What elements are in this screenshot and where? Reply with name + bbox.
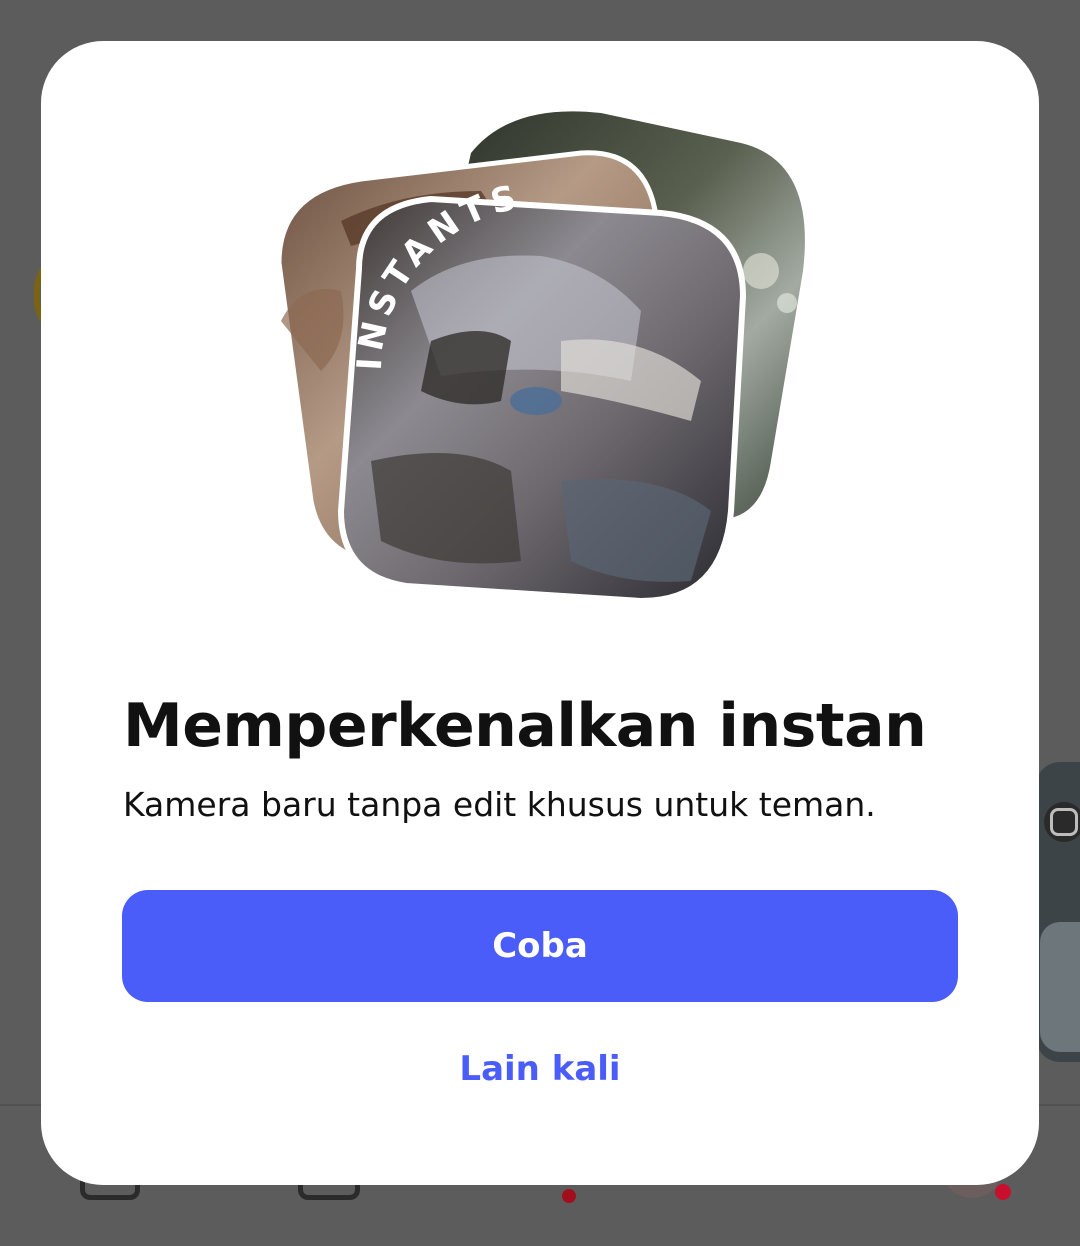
background-photo-thumbnail	[1040, 922, 1080, 1052]
instants-hero-illustration: INSTANTS	[276, 111, 805, 605]
background-feed-card	[1036, 762, 1080, 1062]
dialog-title: Memperkenalkan instan	[123, 691, 927, 761]
instagram-icon	[1044, 802, 1080, 842]
not-now-button[interactable]: Lain kali	[390, 1039, 690, 1099]
try-button[interactable]: Coba	[122, 890, 958, 1002]
dialog-subtitle: Kamera baru tanpa edit khusus untuk tema…	[123, 785, 876, 824]
instants-intro-dialog: INSTANTS Memperkenalkan instan Kamera ba…	[41, 41, 1039, 1185]
notification-dot	[995, 1184, 1011, 1200]
notification-dot	[562, 1189, 576, 1203]
